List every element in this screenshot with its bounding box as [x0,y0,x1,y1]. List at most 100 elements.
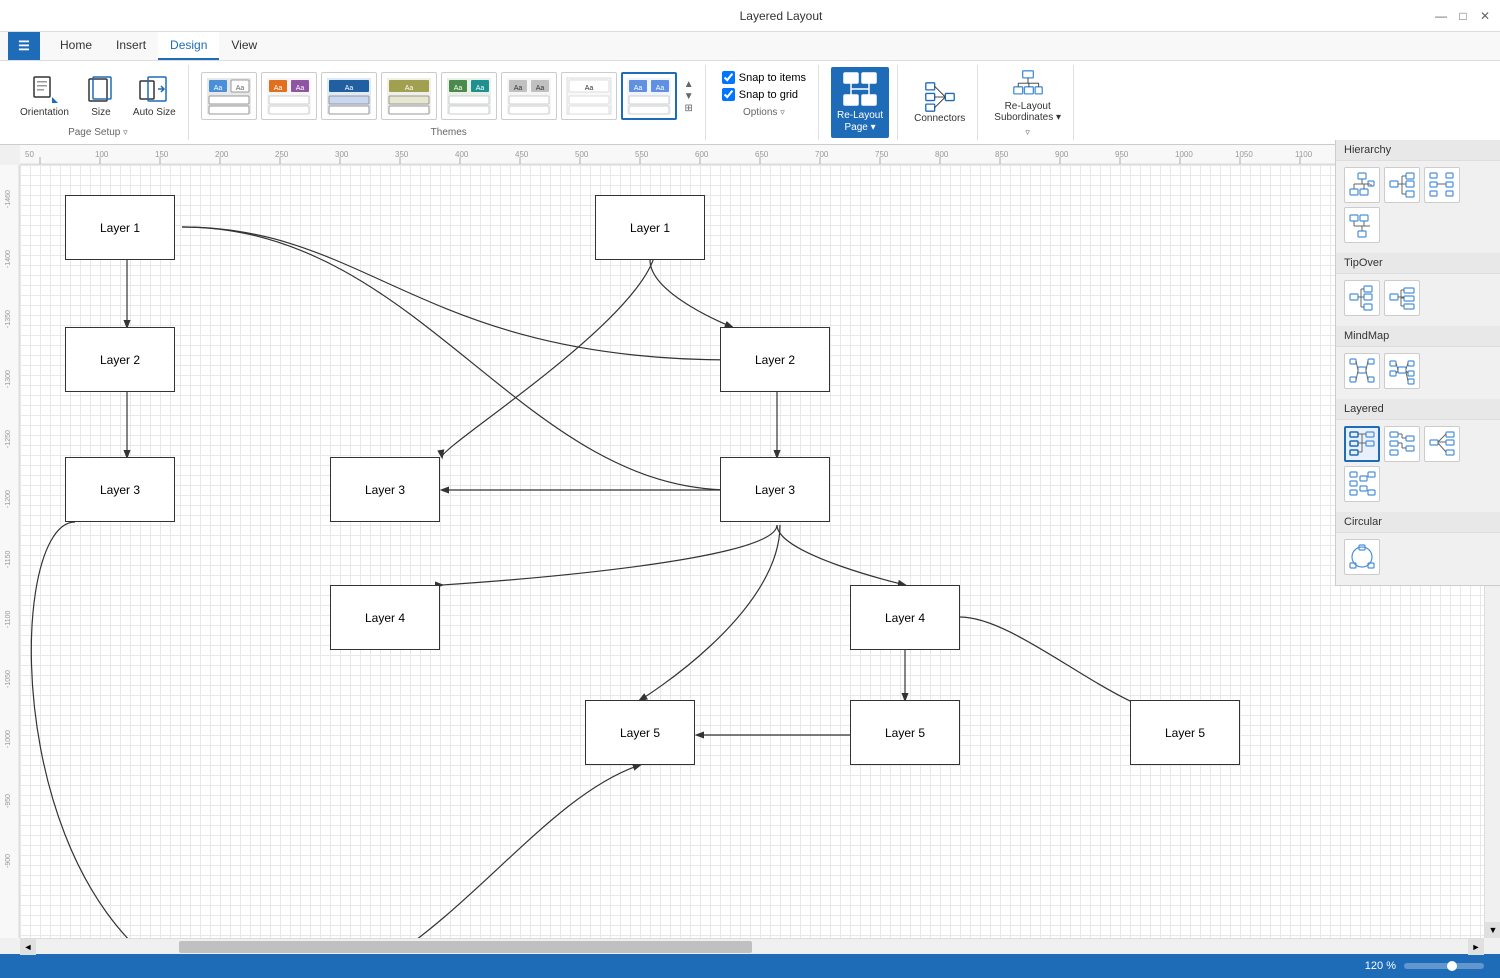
ribbon-group-relayout-sub: Re-LayoutSubordinates ▾ ▿ [982,65,1074,140]
node-label: Layer 3 [755,483,795,497]
node-layer2-left[interactable]: Layer 2 [65,327,175,392]
tab-design[interactable]: Design [158,32,219,60]
node-layer3-left[interactable]: Layer 3 [65,457,175,522]
layered-icon-4[interactable] [1344,466,1380,502]
zoom-slider-thumb[interactable] [1447,961,1457,971]
theme-4[interactable]: Aa [381,72,437,120]
svg-text:-1460: -1460 [5,190,12,208]
mind-icon-1[interactable] [1344,353,1380,389]
theme-8[interactable]: AaAa [621,72,677,120]
snap-to-grid-checkbox[interactable] [722,88,735,101]
orientation-button[interactable]: Orientation [16,73,73,120]
connectors-button[interactable]: Connectors [910,79,969,126]
horizontal-ruler: 50 100 150 200 250 300 350 400 450 500 5… [20,145,1484,165]
themes-label: Themes [431,127,467,138]
ribbon-group-page-setup: Orientation Size Auto Size Page Setup ▿ [8,65,189,140]
close-button[interactable]: ✕ [1478,9,1492,23]
svg-text:1050: 1050 [1235,150,1253,159]
node-label: Layer 5 [885,726,925,740]
auto-size-button[interactable]: Auto Size [129,73,180,120]
svg-text:150: 150 [155,150,169,159]
snap-to-grid-row[interactable]: Snap to grid [722,88,806,101]
scroll-thumb-h[interactable] [179,941,752,953]
connectors-label: Connectors [914,113,965,124]
zoom-slider[interactable] [1404,963,1484,969]
auto-size-label: Auto Size [133,107,176,118]
size-button[interactable]: Size [77,73,125,120]
re-layout-sub-label: Re-LayoutSubordinates ▾ [994,101,1061,123]
node-layer4-right[interactable]: Layer 4 [850,585,960,650]
theme-6[interactable]: AaAa [501,72,557,120]
app-menu-button[interactable]: ☰ [8,32,40,60]
tab-view[interactable]: View [219,32,269,60]
theme-7[interactable]: Aa [561,72,617,120]
node-label: Layer 2 [755,353,795,367]
hier-icon-4[interactable] [1344,207,1380,243]
re-layout-page-button[interactable]: Re-LayoutPage ▾ [831,67,889,138]
svg-text:100: 100 [95,150,109,159]
circ-icon-1[interactable] [1344,539,1380,575]
re-layout-subordinates-button[interactable]: Re-LayoutSubordinates ▾ [990,67,1065,125]
svg-text:Aa: Aa [655,85,664,92]
theme-3[interactable]: Aa [321,72,377,120]
node-layer3-right[interactable]: Layer 3 [720,457,830,522]
theme-1[interactable]: AaAa [201,72,257,120]
minimize-button[interactable]: — [1434,9,1448,23]
page-setup-label: Page Setup ▿ [68,127,128,138]
node-layer5-far-right[interactable]: Layer 5 [1130,700,1240,765]
hierarchy-title: Hierarchy [1336,140,1500,161]
layered-icon-3[interactable] [1424,426,1460,462]
scroll-left-button[interactable]: ◄ [20,939,36,955]
node-layer1-left[interactable]: Layer 1 [65,195,175,260]
tab-home[interactable]: Home [48,32,104,60]
svg-text:Aa: Aa [295,85,304,92]
layered-section: Layered [1336,399,1500,508]
hier-icon-3[interactable] [1424,167,1460,203]
theme-scroll[interactable]: ▲ ▼ ⊞ [681,79,697,114]
mind-icon-2[interactable] [1384,353,1420,389]
node-label: Layer 1 [100,221,140,235]
svg-text:Aa: Aa [273,85,282,92]
snap-to-items-row[interactable]: Snap to items [722,71,806,84]
svg-text:1000: 1000 [1175,150,1193,159]
circular-title: Circular [1336,512,1500,533]
snap-to-items-checkbox[interactable] [722,71,735,84]
hier-icon-2[interactable] [1384,167,1420,203]
layered-title: Layered [1336,399,1500,420]
node-layer2-right[interactable]: Layer 2 [720,327,830,392]
svg-text:-950: -950 [5,794,12,808]
svg-text:700: 700 [815,150,829,159]
tip-icon-2[interactable] [1384,280,1420,316]
node-layer1-right[interactable]: Layer 1 [595,195,705,260]
svg-text:Aa: Aa [584,85,593,92]
node-label: Layer 3 [365,483,405,497]
node-label: Layer 3 [100,483,140,497]
layered-icon-1[interactable] [1344,426,1380,462]
svg-text:50: 50 [25,150,34,159]
svg-text:750: 750 [875,150,889,159]
size-label: Size [91,107,110,118]
snap-to-grid-label: Snap to grid [739,89,798,101]
node-layer5-center[interactable]: Layer 5 [585,700,695,765]
svg-text:-1000: -1000 [5,730,12,748]
hier-icon-1[interactable] [1344,167,1380,203]
circular-section: Circular [1336,512,1500,581]
svg-text:-900: -900 [5,854,12,868]
svg-text:-1350: -1350 [5,310,12,328]
svg-text:500: 500 [575,150,589,159]
svg-text:-1150: -1150 [5,551,12,568]
canvas-area[interactable]: Layer 1 Layer 2 Layer 3 Layer 1 Layer 2 … [20,165,1484,938]
window-controls[interactable]: — □ ✕ [1434,9,1492,23]
node-layer4-middle[interactable]: Layer 4 [330,585,440,650]
tab-insert[interactable]: Insert [104,32,158,60]
node-layer3-middle[interactable]: Layer 3 [330,457,440,522]
node-layer5-right[interactable]: Layer 5 [850,700,960,765]
scroll-right-button[interactable]: ► [1468,939,1484,955]
node-label: Layer 4 [365,611,405,625]
tip-icon-1[interactable] [1344,280,1380,316]
layered-icon-2[interactable] [1384,426,1420,462]
theme-2[interactable]: Aa Aa [261,72,317,120]
scroll-down-button[interactable]: ▼ [1485,922,1500,938]
theme-5[interactable]: AaAa [441,72,497,120]
maximize-button[interactable]: □ [1456,9,1470,23]
